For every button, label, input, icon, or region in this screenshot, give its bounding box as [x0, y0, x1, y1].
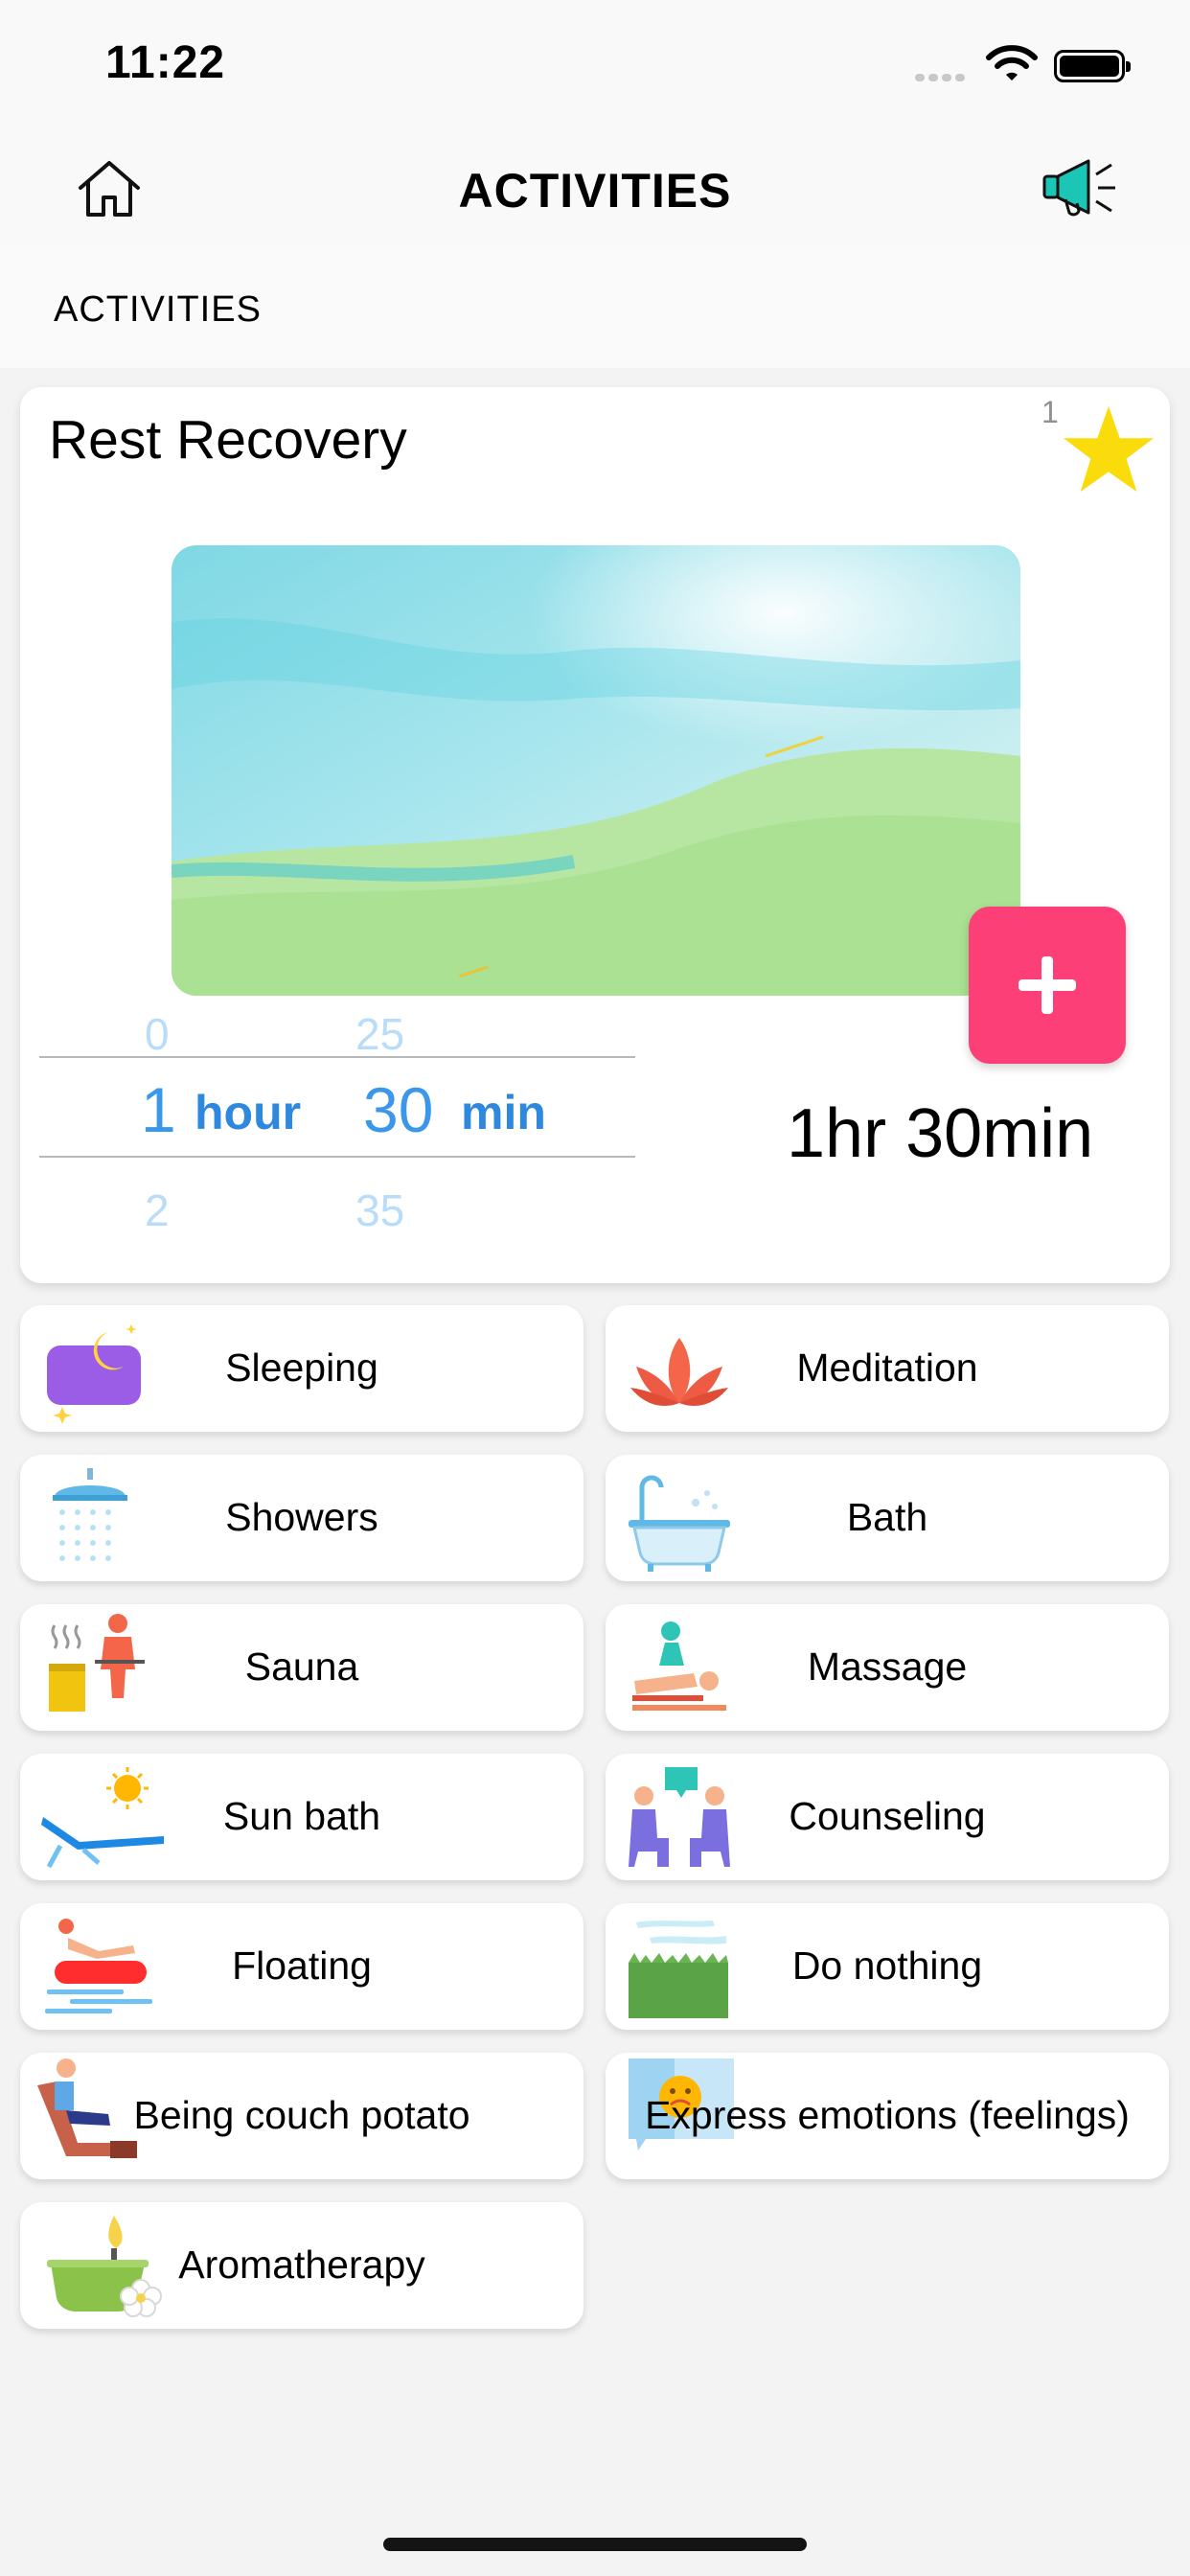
cellular-signal-icon — [915, 69, 969, 86]
add-button[interactable] — [969, 907, 1126, 1064]
activity-label: Bath — [846, 1495, 928, 1539]
page-title: ACTIVITIES — [458, 164, 732, 218]
status-time: 11:22 — [105, 37, 226, 88]
favorite-count: 1 — [1041, 395, 1059, 429]
activity-image — [172, 545, 1020, 996]
activity-tile-massage[interactable]: Massage — [606, 1604, 1169, 1731]
duration-picker[interactable]: 0 25 1 hour 30 min 2 35 — [39, 1002, 654, 1248]
activity-tile-floating[interactable]: Floating — [20, 1903, 584, 2030]
announcement-button[interactable] — [1041, 153, 1123, 224]
minutes-next: 35 — [355, 1185, 405, 1235]
minutes-prev: 25 — [355, 1009, 405, 1059]
activity-label: Showers — [225, 1495, 378, 1539]
picker-divider — [39, 1056, 635, 1058]
star-icon[interactable] — [1062, 404, 1156, 494]
activity-label: Massage — [807, 1644, 968, 1689]
activity-tile-sun-bath[interactable]: Sun bath — [20, 1754, 584, 1880]
activity-tile-sauna[interactable]: Sauna — [20, 1604, 584, 1731]
activity-label: Do nothing — [791, 1944, 983, 1988]
minutes-unit: min — [461, 1086, 546, 1139]
activity-tile-counseling[interactable]: Counseling — [606, 1754, 1169, 1880]
hours-prev: 0 — [145, 1009, 170, 1059]
activity-tile-meditation[interactable]: Meditation — [606, 1305, 1169, 1432]
activity-label: Meditation — [796, 1346, 978, 1390]
activity-tile-showers[interactable]: Showers — [20, 1455, 584, 1581]
megaphone-icon — [1042, 159, 1115, 217]
activity-label: Counseling — [789, 1794, 986, 1838]
battery-icon — [1054, 50, 1131, 82]
hours-selected: 1 — [141, 1074, 176, 1145]
picker-divider — [39, 1156, 635, 1158]
wifi-icon — [986, 45, 1038, 80]
hours-next: 2 — [145, 1185, 170, 1235]
activity-label: Express emotions (feelings) — [645, 2093, 1130, 2137]
minutes-selected: 30 — [363, 1074, 434, 1145]
activity-tile-do-nothing[interactable]: Do nothing — [606, 1903, 1169, 2030]
section-label: ACTIVITIES — [54, 289, 262, 330]
card-title: Rest Recovery — [49, 409, 407, 471]
activity-label: Being couch potato — [133, 2093, 470, 2137]
duration-text: 1hr 30min — [787, 1095, 1094, 1172]
activity-tile-couch-potato[interactable]: Being couch potato — [20, 2053, 584, 2179]
status-bar: 11:22 — [0, 0, 1190, 128]
activity-tile-aromatherapy[interactable]: Aromatherapy — [20, 2202, 584, 2329]
activity-label: Sauna — [244, 1644, 359, 1689]
activity-label: Sun bath — [222, 1794, 381, 1838]
home-indicator[interactable] — [383, 2538, 807, 2551]
activity-tile-sleeping[interactable]: Sleeping — [20, 1305, 584, 1432]
section-header: ACTIVITIES — [0, 247, 1190, 368]
activity-label: Aromatherapy — [178, 2242, 425, 2287]
activity-card: Rest Recovery 1 0 25 1 hour 30 min 2 35 … — [20, 387, 1170, 1283]
nav-bar: ACTIVITIES — [0, 128, 1190, 247]
activity-tile-bath[interactable]: Bath — [606, 1455, 1169, 1581]
hours-unit: hour — [195, 1086, 302, 1139]
activity-tile-express-emotions[interactable]: Express emotions (feelings) — [606, 2053, 1169, 2179]
activity-label: Sleeping — [225, 1346, 378, 1390]
activity-label: Floating — [232, 1944, 372, 1988]
